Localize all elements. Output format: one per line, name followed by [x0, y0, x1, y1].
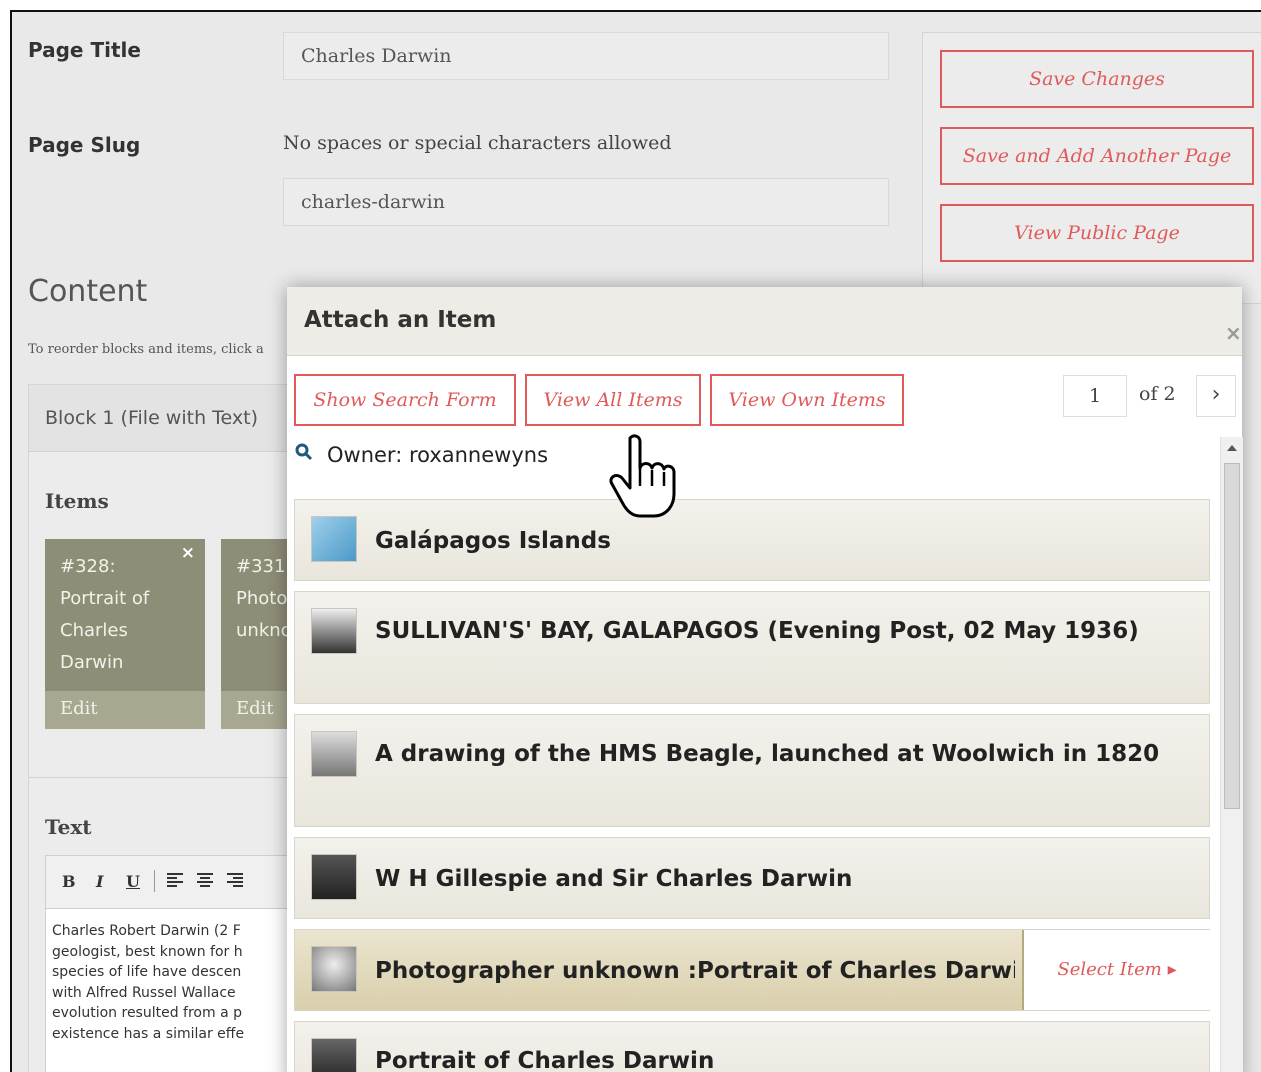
save-changes-button[interactable]: Save Changes — [940, 50, 1254, 108]
remove-icon[interactable]: × — [181, 543, 195, 563]
align-right-icon[interactable] — [226, 872, 244, 892]
search-icon — [295, 443, 313, 465]
portrait-thumb-icon — [311, 1038, 357, 1072]
block-title[interactable]: Block 1 (File with Text) — [45, 407, 258, 429]
result-title: Photographer unknown :Portrait of Charle… — [375, 958, 1015, 984]
underline-button[interactable]: U — [126, 872, 140, 891]
result-item[interactable]: Portrait of Charles Darwin — [294, 1021, 1210, 1072]
italic-button[interactable]: I — [96, 872, 103, 891]
align-left-icon[interactable] — [166, 872, 184, 892]
items-label: Items — [45, 489, 109, 513]
item-card[interactable]: #328: Portrait of Charles Darwin × Edit — [45, 539, 205, 729]
result-item[interactable]: SULLIVAN'S' BAY, GALAPAGOS (Evening Post… — [294, 591, 1210, 704]
select-item-button[interactable]: Select Item ▸ — [1022, 930, 1210, 1010]
page-title-label: Page Title — [28, 38, 141, 62]
close-icon[interactable]: × — [1225, 321, 1242, 345]
page-number-input[interactable]: 1 — [1063, 375, 1127, 417]
result-title: SULLIVAN'S' BAY, GALAPAGOS (Evening Post… — [375, 618, 1139, 644]
portrait-thumb-icon — [311, 946, 357, 992]
show-search-form-button[interactable]: Show Search Form — [294, 374, 516, 426]
modal-title: Attach an Item — [304, 307, 497, 333]
hand-cursor-icon — [608, 434, 684, 524]
save-and-add-button[interactable]: Save and Add Another Page — [940, 127, 1254, 185]
reorder-hint: To reorder blocks and items, click a — [28, 342, 264, 357]
next-page-button[interactable]: › — [1196, 375, 1236, 417]
item-card-text: #328: Portrait of Charles Darwin — [60, 556, 150, 673]
result-item[interactable]: W H Gillespie and Sir Charles Darwin — [294, 837, 1210, 919]
result-title: A drawing of the HMS Beagle, launched at… — [375, 741, 1160, 767]
view-public-page-button[interactable]: View Public Page — [940, 204, 1254, 262]
scroll-thumb[interactable] — [1224, 463, 1240, 809]
result-item[interactable]: Galápagos Islands — [294, 499, 1210, 581]
view-own-items-button[interactable]: View Own Items — [710, 374, 904, 426]
result-item-hover[interactable]: Photographer unknown :Portrait of Charle… — [294, 929, 1210, 1011]
block-panel: Block 1 (File with Text) Items #328: Por… — [28, 384, 347, 1072]
map-thumb-icon — [311, 516, 357, 562]
page-frame: Page Title Charles Darwin Page Slug No s… — [10, 10, 1261, 1072]
content-heading: Content — [28, 274, 148, 309]
align-center-icon[interactable] — [196, 872, 214, 892]
owner-filter: Owner: roxannewyns — [327, 443, 549, 467]
ship-thumb-icon — [311, 731, 357, 777]
scroll-up-icon[interactable] — [1227, 445, 1237, 451]
result-title: W H Gillespie and Sir Charles Darwin — [375, 866, 853, 892]
page-slug-input[interactable]: charles-darwin — [283, 178, 889, 226]
result-title: Galápagos Islands — [375, 528, 611, 554]
text-label: Text — [45, 815, 92, 839]
scrollbar[interactable] — [1220, 437, 1243, 1072]
page-slug-label: Page Slug — [28, 133, 141, 157]
result-item[interactable]: A drawing of the HMS Beagle, launched at… — [294, 714, 1210, 827]
attach-item-modal: Attach an Item × Show Search Form View A… — [287, 287, 1243, 1072]
page-title-input[interactable]: Charles Darwin — [283, 32, 889, 80]
photo-thumb-icon — [311, 608, 357, 654]
result-title: Portrait of Charles Darwin — [375, 1048, 715, 1072]
page-total: of 2 — [1139, 383, 1176, 405]
item-edit-link[interactable]: Edit — [236, 698, 274, 719]
photo-thumb-icon — [311, 854, 357, 900]
bold-button[interactable]: B — [62, 872, 76, 891]
page-slug-hint: No spaces or special characters allowed — [283, 132, 672, 154]
item-edit-link[interactable]: Edit — [60, 698, 98, 719]
view-all-items-button[interactable]: View All Items — [525, 374, 701, 426]
